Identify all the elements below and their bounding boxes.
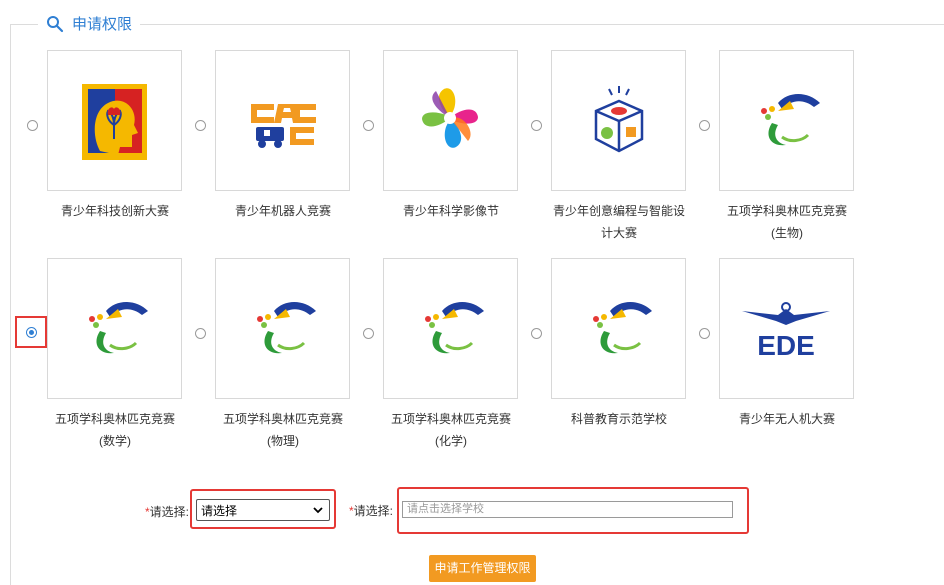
innovation-head-logo-icon <box>82 84 147 160</box>
select-label: *请选择: <box>145 505 190 519</box>
option-caption: 青少年无人机大赛 <box>738 412 835 426</box>
fieldset-border <box>10 24 38 25</box>
fieldset-border <box>10 24 11 585</box>
section-title: 申请权限 <box>72 16 133 33</box>
option-card-chemistry[interactable] <box>383 258 518 399</box>
option-caption: 科普教育示范学校 <box>570 412 667 426</box>
option-caption: 青少年创意编程与智能设 计大赛 <box>552 204 685 240</box>
option-radio-innovation[interactable] <box>27 120 38 131</box>
option-card-coding[interactable] <box>551 50 686 191</box>
option-radio-drone[interactable] <box>699 328 710 339</box>
option-radio-imaging[interactable] <box>363 120 374 131</box>
option-card-imaging[interactable] <box>383 50 518 191</box>
category-select[interactable]: 请选择 <box>196 499 330 521</box>
option-caption: 五项学科奥林匹克竞赛 (生物) <box>726 204 847 240</box>
option-caption: 五项学科奥林匹克竞赛 (数学) <box>54 412 175 448</box>
option-radio-physics[interactable] <box>195 328 206 339</box>
colorful-flower-logo-icon <box>422 88 478 148</box>
ede-wings-logo-icon: EDE <box>742 302 830 361</box>
search-icon <box>46 15 64 33</box>
fieldset-border <box>140 24 944 25</box>
option-radio-robot[interactable] <box>195 120 206 131</box>
option-card-science-school[interactable] <box>551 258 686 399</box>
olympiad-logo-icon <box>761 94 820 146</box>
option-caption: 五项学科奥林匹克竞赛 (物理) <box>222 412 343 448</box>
option-caption: 青少年科技创新大赛 <box>60 204 169 218</box>
option-card-math[interactable] <box>47 258 182 399</box>
svg-text:EDE: EDE <box>757 330 815 361</box>
option-card-drone[interactable]: EDE <box>719 258 854 399</box>
olympiad-logo-icon <box>425 302 484 354</box>
olympiad-logo-icon <box>89 302 148 354</box>
school-input[interactable]: 请点击选择学校 <box>402 501 733 518</box>
school-label: *请选择: <box>349 504 394 518</box>
option-radio-bio[interactable] <box>699 120 710 131</box>
option-caption: 五项学科奥林匹克竞赛 (化学) <box>390 412 511 448</box>
coding-cube-logo-icon <box>594 86 644 153</box>
option-card-innovation[interactable] <box>47 50 182 191</box>
option-radio-chemistry[interactable] <box>363 328 374 339</box>
apply-permission-button[interactable]: 申请工作管理权限 <box>429 555 536 582</box>
option-radio-coding[interactable] <box>531 120 542 131</box>
section-legend: 申请权限 <box>46 13 132 34</box>
option-card-robot[interactable] <box>215 50 350 191</box>
option-caption: 青少年科学影像节 <box>402 204 499 218</box>
option-caption: 青少年机器人竞赛 <box>234 204 331 218</box>
olympiad-logo-icon <box>257 302 316 354</box>
chevron-down-icon <box>313 507 323 514</box>
option-radio-science-school[interactable] <box>531 328 542 339</box>
option-radio-math[interactable] <box>26 327 37 338</box>
option-card-physics[interactable] <box>215 258 350 399</box>
option-card-bio[interactable] <box>719 50 854 191</box>
cac-robot-logo-icon <box>251 104 316 148</box>
olympiad-logo-icon <box>593 302 652 354</box>
